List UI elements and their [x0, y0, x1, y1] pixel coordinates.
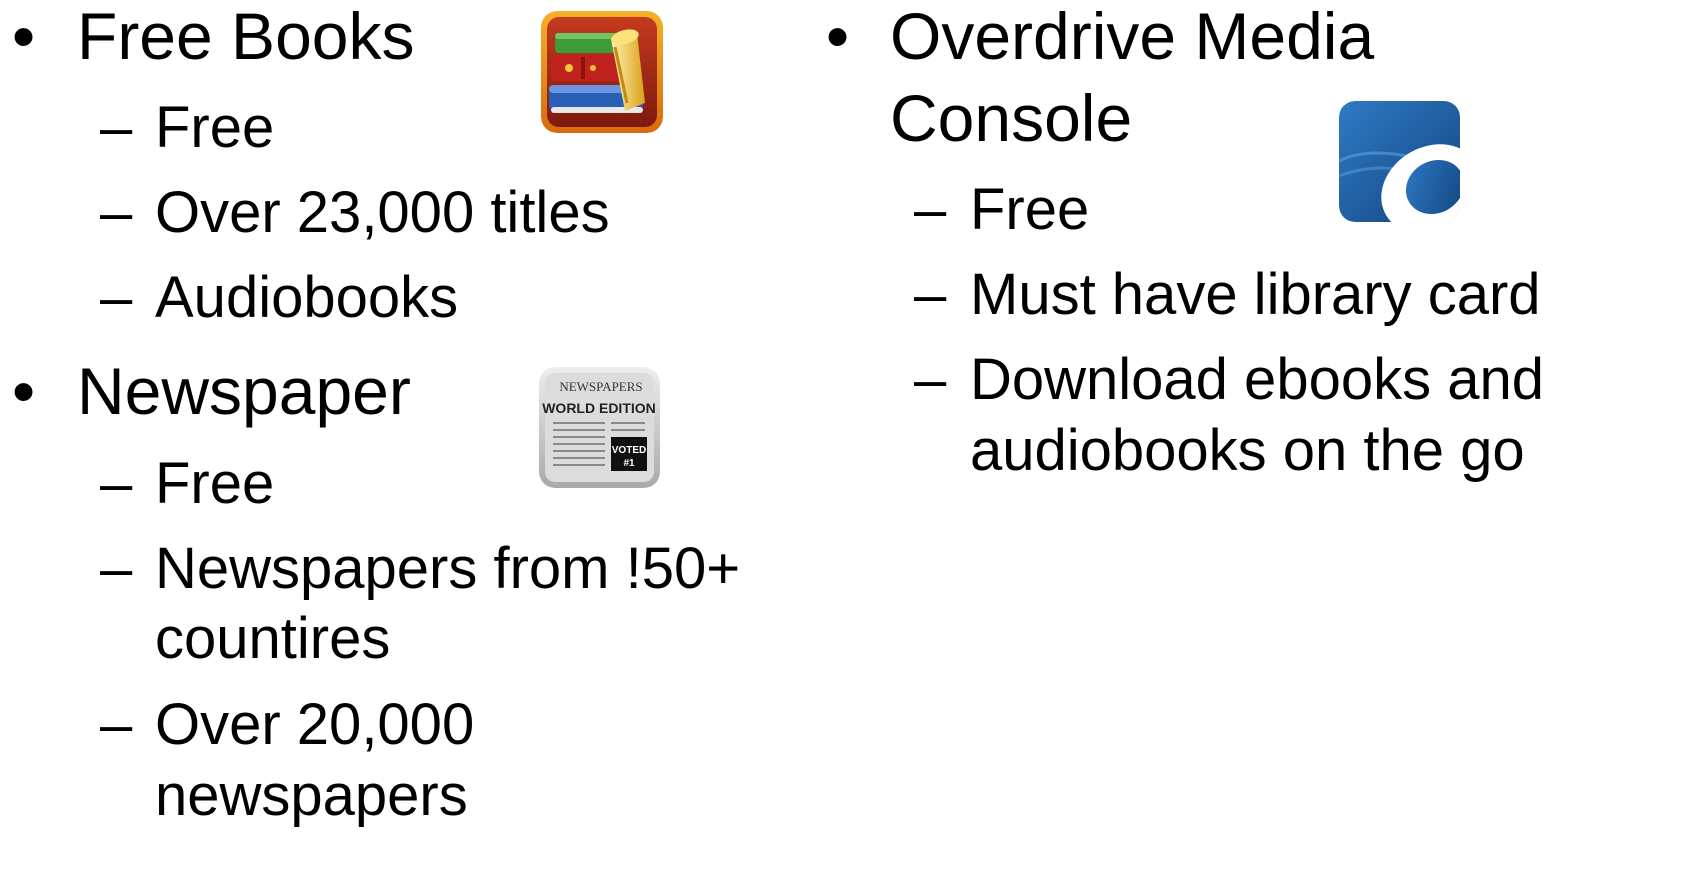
free-books-item-titles: Over 23,000 titles — [155, 180, 610, 245]
newspaper-icon-label-4: #1 — [623, 458, 635, 469]
free-books-item-audiobooks: Audiobooks — [155, 265, 459, 330]
overdrive-title-line2: Console — [890, 81, 1133, 155]
free-books-title: Free Books — [77, 0, 415, 73]
dash-newspaper-1: – — [100, 451, 133, 516]
newspaper-item-free: Free — [155, 451, 275, 516]
newspaper-icon-label-1: NEWSPAPERS — [559, 379, 642, 394]
newspaper-title: Newspaper — [77, 354, 411, 428]
dash-overdrive-3: – — [914, 347, 947, 412]
newspaper-item-countries-line2: countires — [155, 606, 391, 671]
book-stack-icon — [541, 11, 663, 133]
bullet-free-books: • — [12, 0, 36, 73]
newspaper-item-count-line1: Over 20,000 — [155, 692, 475, 757]
free-books-item-free: Free — [155, 95, 275, 160]
overdrive-title-line1: Overdrive Media — [890, 0, 1375, 73]
newspaper-item-countries-line1: Newspapers from !50+ — [155, 536, 741, 601]
overdrive-logo-icon — [1339, 101, 1460, 222]
newspaper-icon: NEWSPAPERS WORLD EDITION VOTED #1 — [539, 367, 660, 488]
dash-free-books-3: – — [100, 265, 133, 330]
dash-newspaper-2: – — [100, 536, 133, 601]
dash-newspaper-3: – — [100, 692, 133, 757]
dash-free-books-2: – — [100, 180, 133, 245]
slide: • Free Books – Free – Over 23,000 titles… — [0, 0, 1694, 890]
overdrive-item-library-card: Must have library card — [970, 262, 1541, 327]
bullet-overdrive: • — [826, 0, 850, 73]
bullet-newspaper: • — [12, 354, 36, 428]
overdrive-item-download-line2: audiobooks on the go — [970, 418, 1525, 483]
newspaper-item-count-line2: newspapers — [155, 763, 468, 828]
dash-free-books-1: – — [100, 95, 133, 160]
dash-overdrive-2: – — [914, 262, 947, 327]
newspaper-icon-label-3: VOTED — [612, 445, 646, 456]
newspaper-icon-label-2: WORLD EDITION — [542, 400, 656, 416]
overdrive-item-download-line1: Download ebooks and — [970, 347, 1544, 412]
overdrive-item-free: Free — [970, 177, 1090, 242]
dash-overdrive-1: – — [914, 177, 947, 242]
